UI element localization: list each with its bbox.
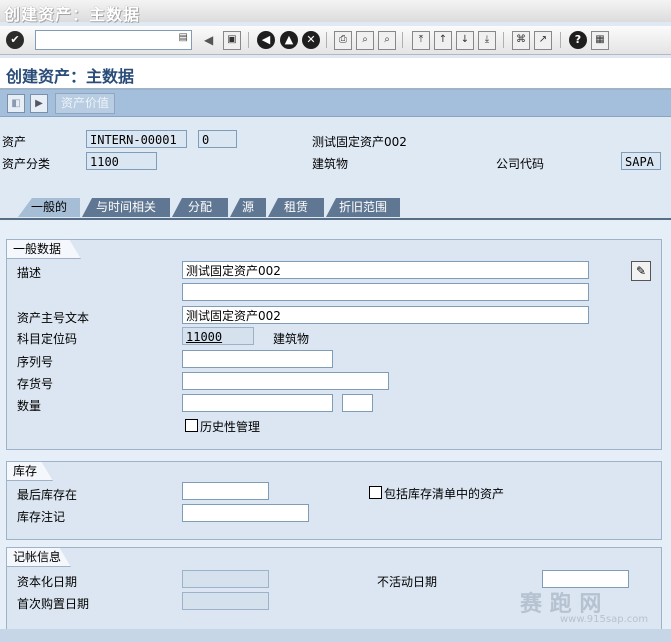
inventory-number-field[interactable]: [182, 372, 389, 390]
tab-strip: 一般的 与时间相关 分配 源 租赁 折旧范围: [0, 196, 671, 220]
shortcut-icon[interactable]: ↗: [534, 31, 552, 50]
find-next-icon[interactable]: ⌕: [378, 31, 396, 50]
deactivation-date-label: 不活动日期: [377, 575, 438, 589]
include-in-inventory-checkbox[interactable]: [369, 486, 382, 499]
layout-menu-icon[interactable]: ▦: [591, 31, 609, 50]
tab-origin[interactable]: 源: [230, 198, 266, 217]
first-page-icon[interactable]: ⤒: [412, 31, 430, 50]
description-field-2[interactable]: [182, 283, 589, 301]
inventory-note-field[interactable]: [182, 504, 309, 522]
history-label: 历史性管理: [200, 420, 261, 434]
toolbar-divider: [402, 32, 403, 48]
general-data-group: 一般数据 描述 测试固定资产002 ✎ 资产主号文本 测试固定资产002 科目定…: [6, 239, 662, 450]
tab-time-dependent[interactable]: 与时间相关: [82, 198, 170, 217]
group-title: 记帐信息: [6, 547, 71, 567]
window-title-bar: 创建资产：主数据: [0, 0, 671, 24]
account-determination-label: 科目定位码: [17, 332, 78, 346]
account-determination-field[interactable]: 11000: [182, 327, 254, 345]
inventory-note-label: 库存注记: [17, 510, 66, 524]
first-acquisition-date-field[interactable]: [182, 592, 269, 610]
command-field[interactable]: ▤: [35, 30, 192, 50]
sub-number-field[interactable]: 0: [198, 130, 237, 148]
next-page-icon[interactable]: ↓: [456, 31, 474, 50]
collapse-arrow-icon[interactable]: ◀: [204, 33, 213, 47]
quantity-label: 数量: [17, 399, 42, 413]
window-title: 创建资产：主数据: [4, 5, 141, 24]
description-field-1[interactable]: 测试固定资产002: [182, 261, 589, 279]
serial-number-label: 序列号: [17, 355, 54, 369]
account-determination-description: 建筑物: [273, 332, 310, 346]
toolbar-divider: [248, 32, 249, 48]
command-history-icon[interactable]: ▤: [179, 32, 188, 43]
asset-description-text: 测试固定资产002: [312, 135, 407, 149]
main-text-label: 资产主号文本: [17, 311, 90, 325]
tab-depreciation-areas[interactable]: 折旧范围: [326, 198, 400, 217]
new-session-icon[interactable]: ⌘: [512, 31, 530, 50]
inventory-group: 库存 最后库存在 包括库存清单中的资产 库存注记: [6, 461, 662, 540]
edit-long-text-icon[interactable]: ✎: [631, 261, 651, 281]
save-icon[interactable]: ▣: [223, 31, 241, 50]
serial-number-field[interactable]: [182, 350, 333, 368]
last-inventory-label: 最后库存在: [17, 488, 78, 502]
previous-screen-icon[interactable]: ◧: [7, 94, 25, 113]
last-page-icon[interactable]: ⤓: [478, 31, 496, 50]
page-title-bar: 创建资产：主数据: [0, 58, 671, 90]
inventory-number-label: 存货号: [17, 377, 54, 391]
last-inventory-field[interactable]: [182, 482, 269, 500]
description-label: 描述: [17, 266, 42, 280]
find-icon[interactable]: ⌕: [356, 31, 374, 50]
standard-toolbar: ✔ ▤ ◀ ▣ ◀ ▲ ✕ ⎙ ⌕ ⌕ ⤒ ↑ ↓ ⤓ ⌘ ↗ ? ▦: [0, 26, 671, 55]
capitalization-date-field[interactable]: [182, 570, 269, 588]
group-title: 库存: [6, 461, 53, 481]
back-icon[interactable]: ◀: [257, 31, 275, 49]
toolbar-divider: [326, 32, 327, 48]
tab-assignments[interactable]: 分配: [172, 198, 228, 217]
watermark-url: www.915sap.com: [560, 614, 649, 625]
toolbar-divider: [503, 32, 504, 48]
tab-leasing[interactable]: 租赁: [268, 198, 324, 217]
first-acquisition-date-label: 首次购置日期: [17, 597, 90, 611]
print-icon[interactable]: ⎙: [334, 31, 352, 50]
capitalization-date-label: 资本化日期: [17, 575, 78, 589]
asset-class-label: 资产分类: [2, 157, 51, 171]
enter-icon[interactable]: ✔: [6, 31, 24, 49]
quantity-field[interactable]: [182, 394, 333, 412]
include-in-inventory-label: 包括库存清单中的资产: [384, 487, 505, 501]
unit-field[interactable]: [342, 394, 373, 412]
company-code-label: 公司代码: [496, 157, 545, 171]
tab-content: 一般数据 描述 测试固定资产002 ✎ 资产主号文本 测试固定资产002 科目定…: [0, 220, 671, 642]
help-icon[interactable]: ?: [569, 31, 587, 49]
exit-icon[interactable]: ▲: [280, 31, 298, 49]
asset-label: 资产: [2, 135, 27, 149]
main-text-field[interactable]: 测试固定资产002: [182, 306, 589, 324]
history-checkbox[interactable]: [185, 419, 198, 432]
asset-value-button[interactable]: 资产价值: [55, 93, 115, 114]
cancel-icon[interactable]: ✕: [302, 31, 320, 49]
tab-general[interactable]: 一般的: [18, 198, 80, 217]
company-code-field[interactable]: SAPA: [621, 152, 661, 170]
previous-page-icon[interactable]: ↑: [434, 31, 452, 50]
asset-class-field[interactable]: 1100: [86, 152, 157, 170]
page-title: 创建资产：主数据: [6, 67, 135, 86]
status-bar: [0, 629, 671, 642]
asset-class-description: 建筑物: [312, 157, 349, 171]
group-title: 一般数据: [6, 239, 81, 259]
toolbar-divider: [560, 32, 561, 48]
application-toolbar: ◧ ▶ 资产价值: [0, 90, 671, 117]
asset-number-field[interactable]: INTERN-00001: [86, 130, 187, 148]
next-screen-icon[interactable]: ▶: [30, 94, 48, 113]
